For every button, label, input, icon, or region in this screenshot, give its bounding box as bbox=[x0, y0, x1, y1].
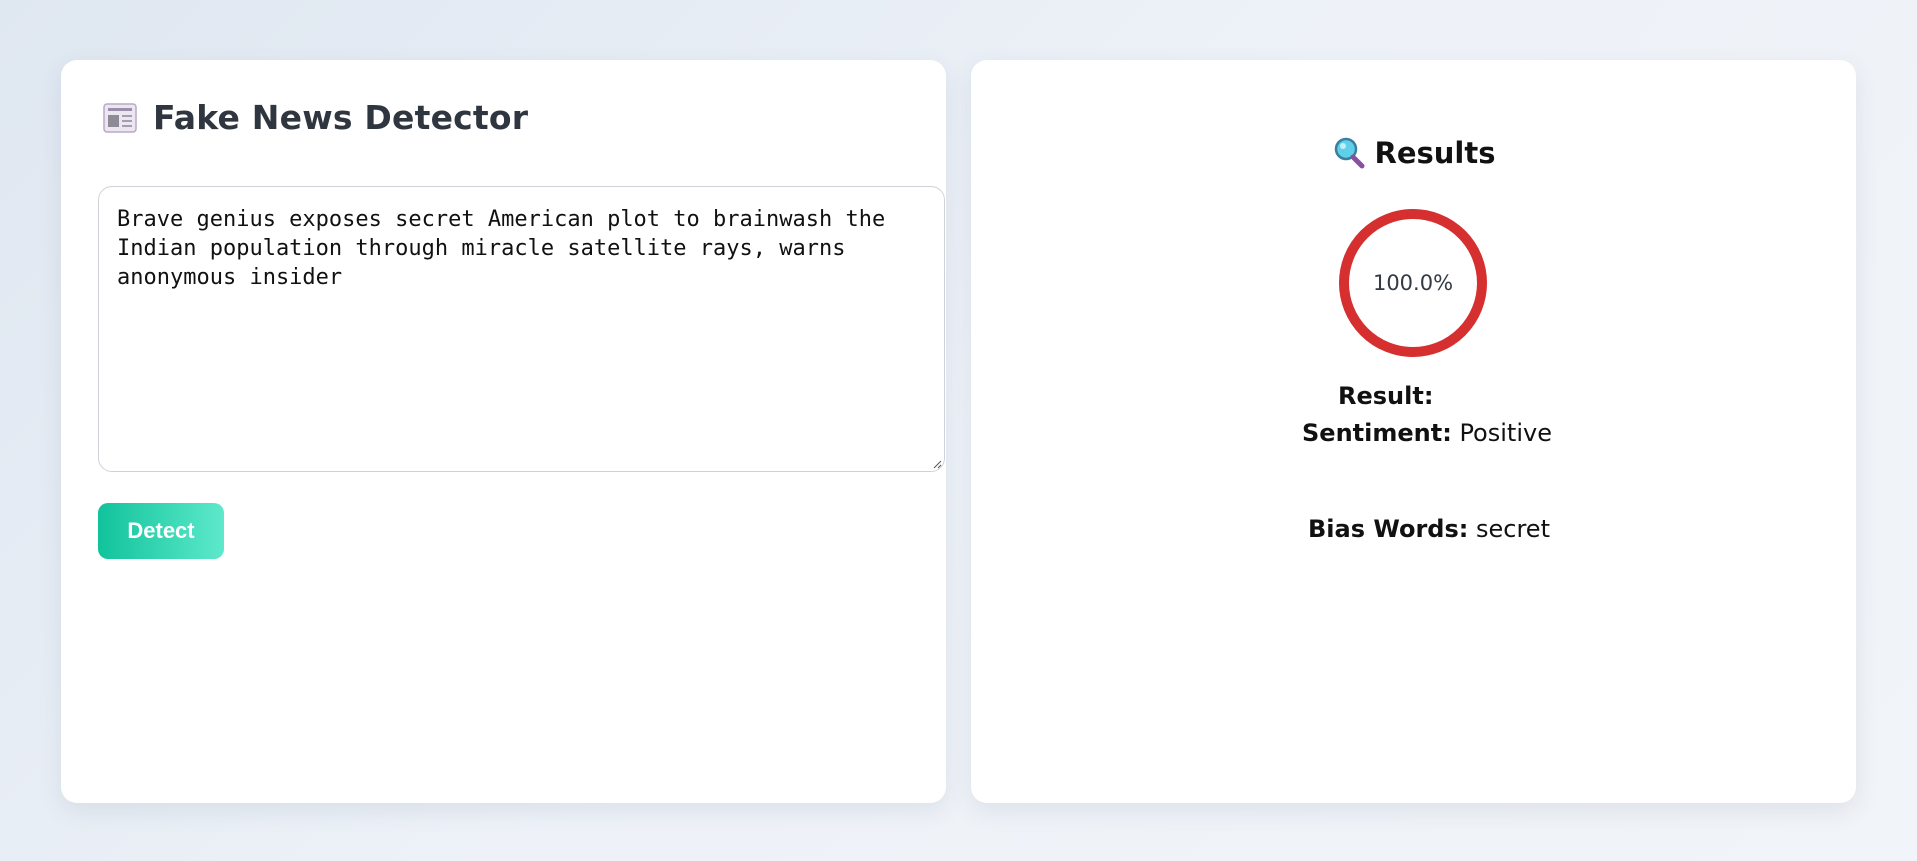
news-text-field-wrapper bbox=[98, 186, 945, 472]
confidence-value: 100.0% bbox=[1372, 271, 1454, 295]
page-title: Fake News Detector bbox=[153, 98, 529, 137]
news-text-input[interactable] bbox=[117, 205, 926, 453]
magnifying-glass-icon bbox=[1334, 137, 1364, 169]
resize-handle-icon[interactable] bbox=[932, 459, 942, 469]
detect-button[interactable]: Detect bbox=[98, 503, 224, 559]
results-card: Results 100.0% Result: Sentiment: Positi… bbox=[971, 60, 1856, 803]
sentiment-row: Sentiment: Positive bbox=[1302, 419, 1552, 447]
newspaper-icon bbox=[103, 102, 137, 133]
result-label: Result: bbox=[1338, 382, 1434, 410]
results-header: Results bbox=[971, 136, 1856, 170]
app-header: Fake News Detector bbox=[103, 98, 528, 137]
bias-words-value: secret bbox=[1476, 515, 1550, 543]
result-row: Result: bbox=[1338, 382, 1433, 410]
detector-input-card: Fake News Detector Detect bbox=[61, 60, 946, 803]
bias-words-label: Bias Words: bbox=[1308, 515, 1469, 543]
results-title: Results bbox=[1374, 136, 1496, 170]
sentiment-value: Positive bbox=[1459, 419, 1552, 447]
bias-words-row: Bias Words: secret bbox=[1308, 515, 1550, 543]
sentiment-label: Sentiment: bbox=[1302, 419, 1452, 447]
confidence-gauge: 100.0% bbox=[1338, 208, 1488, 358]
